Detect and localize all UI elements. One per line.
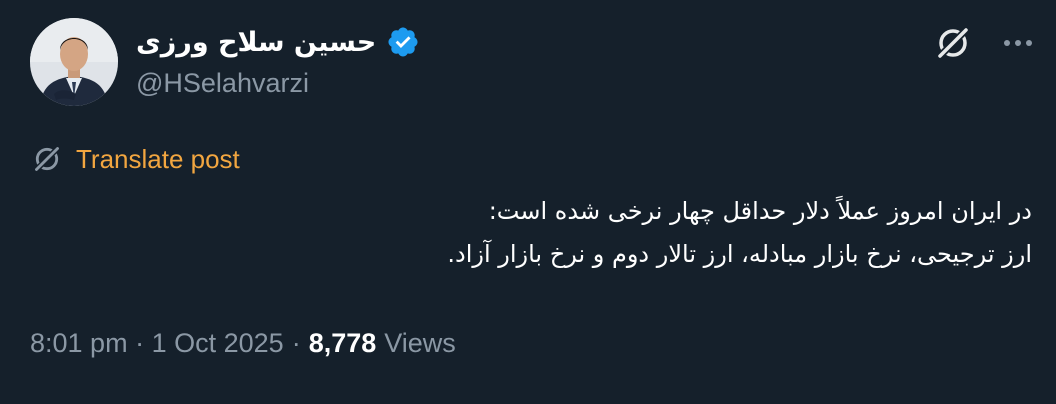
views-count: 8,778 [308, 328, 377, 358]
avatar-image [30, 18, 118, 106]
grok-icon[interactable] [932, 22, 974, 64]
verified-badge-icon [388, 27, 418, 57]
post-text-line: ارز ترجیحی، نرخ بازار مبادله، ارز تالار … [447, 240, 1032, 268]
author-display-name[interactable]: حسین سلاح ورزی [136, 27, 376, 58]
meta-separator: · [135, 328, 145, 358]
post-meta: 8:01 pm · 1 Oct 2025 · 8,778 Views [30, 328, 456, 359]
views-label: Views [384, 328, 456, 358]
translate-post-button[interactable]: Translate post [30, 142, 240, 176]
post-text-line: در ایران امروز عملاً دلار حداقل چهار نرخ… [488, 197, 1032, 225]
author-handle[interactable]: @HSelahvarzi [136, 68, 309, 99]
translate-post-label: Translate post [76, 143, 240, 174]
meta-separator: · [291, 328, 301, 358]
post-top-actions [932, 22, 1036, 64]
post-container: حسین سلاح ورزی @HSelahvarzi Translate po… [0, 0, 1056, 404]
post-time: 8:01 pm [30, 328, 128, 358]
author-name-row: حسین سلاح ورزی [136, 22, 420, 62]
more-icon[interactable] [1000, 25, 1036, 61]
post-date: 1 Oct 2025 [151, 328, 284, 358]
post-time-link[interactable]: 8:01 pm · 1 Oct 2025 [30, 328, 284, 359]
grok-icon [35, 147, 59, 171]
post-text: در ایران امروز عملاً دلار حداقل چهار نرخ… [52, 190, 1032, 276]
avatar[interactable] [30, 18, 118, 106]
